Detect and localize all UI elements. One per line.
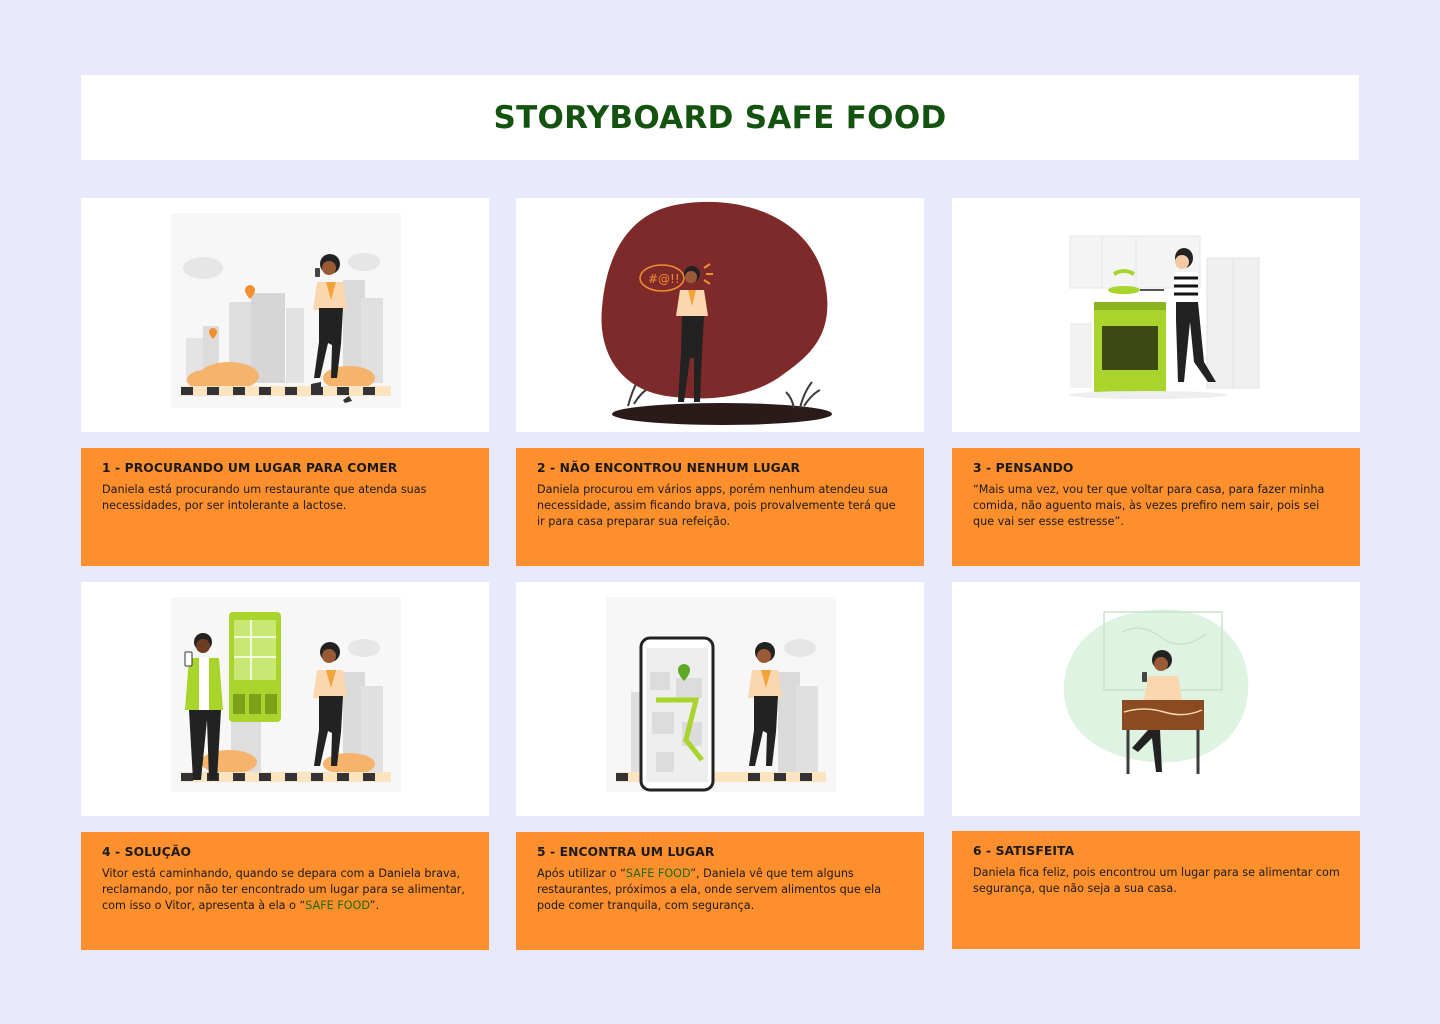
story-card-text: Daniela fica feliz, pois encontrou um lu… — [973, 866, 1340, 895]
solution-illustration — [171, 597, 401, 792]
map-phone-illustration — [606, 597, 836, 792]
story-card-text: Daniela procurou em vários apps, porém n… — [537, 483, 896, 528]
story-card-text: Vitor está caminhando, quando se depara … — [102, 867, 465, 912]
story-card-title: 2 - NÃO ENCONTROU NENHUM LUGAR — [537, 461, 801, 475]
story-card-6: 6 - SATISFEITA Daniela fica feliz, pois … — [952, 831, 1360, 949]
page-title: STORYBOARD SAFE FOOD — [493, 99, 947, 136]
satisfied-illustration — [1063, 609, 1249, 774]
story-card-3: 3 - PENSANDO “Mais uma vez, vou ter que … — [952, 448, 1360, 566]
story-card-title: 5 - ENCONTRA UM LUGAR — [537, 845, 715, 859]
angry-woman-illustration: #@!! — [601, 201, 832, 425]
story-card-4: 4 - SOLUÇÃO Vitor está caminhando, quand… — [81, 832, 489, 950]
safe-food-highlight: SAFE FOOD — [305, 899, 370, 912]
city-walk-illustration — [171, 213, 401, 408]
page-header: STORYBOARD SAFE FOOD — [81, 75, 1359, 160]
illustration-1 — [81, 198, 489, 432]
curse-bubble-text: #@!! — [648, 272, 680, 286]
story-card-5: 5 - ENCONTRA UM LUGAR Após utilizar o “S… — [516, 832, 924, 950]
illustration-4 — [81, 582, 489, 816]
illustration-5 — [516, 582, 924, 816]
cooking-illustration — [1068, 235, 1260, 399]
safe-food-highlight: SAFE FOOD — [625, 867, 691, 880]
story-card-text: “Mais uma vez, vou ter que voltar para c… — [973, 483, 1325, 528]
story-card-2: 2 - NÃO ENCONTROU NENHUM LUGAR Daniela p… — [516, 448, 924, 566]
story-card-title: 1 - PROCURANDO UM LUGAR PARA COMER — [102, 461, 398, 475]
story-card-title: 6 - SATISFEITA — [973, 844, 1075, 858]
story-card-text: Daniela está procurando um restaurante q… — [102, 483, 427, 512]
illustration-6 — [952, 582, 1360, 816]
story-card-title: 3 - PENSANDO — [973, 461, 1074, 475]
story-card-title: 4 - SOLUÇÃO — [102, 845, 192, 859]
story-card-text: Após utilizar o “SAFE FOOD”, Daniela vê … — [537, 867, 882, 912]
story-card-1: 1 - PROCURANDO UM LUGAR PARA COMER Danie… — [81, 448, 489, 566]
illustration-2: #@!! — [516, 198, 924, 432]
illustration-3 — [952, 198, 1360, 432]
